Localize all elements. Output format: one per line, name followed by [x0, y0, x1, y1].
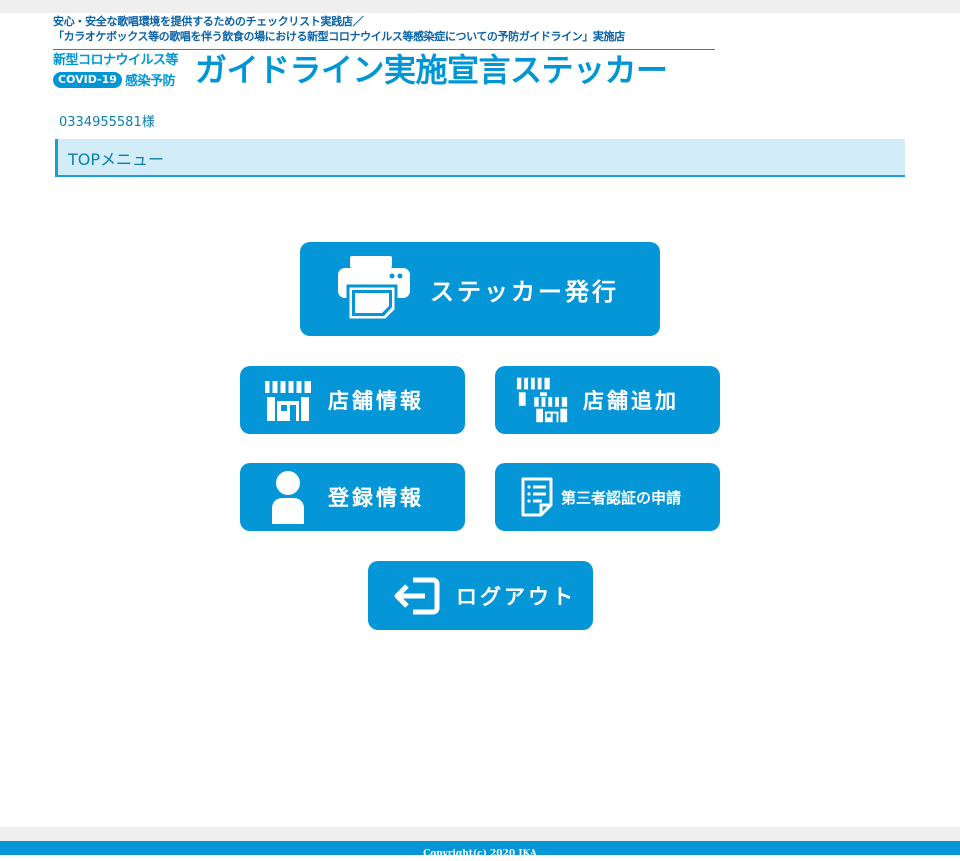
- copyright-text: Copyright(c) 2020 JKA: [423, 849, 537, 859]
- third-party-certification-button[interactable]: 第三者認証の申請: [495, 463, 720, 531]
- store-icon: [260, 374, 316, 426]
- logout-button[interactable]: ログアウト: [368, 561, 593, 630]
- store-info-label: 店舗情報: [328, 389, 424, 413]
- store-add-icon: [515, 374, 571, 426]
- user-name: 0334955581様: [59, 115, 155, 130]
- footer-spacer: [0, 827, 960, 841]
- page-title-bar: TOPメニュー: [55, 139, 905, 177]
- header-tagline: 安心・安全な歌唱環境を提供するためのチェックリスト実践店／: [53, 15, 364, 28]
- covid-badge: COVID-19: [53, 71, 122, 88]
- site-header: 安心・安全な歌唱環境を提供するためのチェックリスト実践店／ 「カラオケボックス等…: [53, 15, 715, 89]
- site-footer: Copyright(c) 2020 JKA: [0, 841, 960, 859]
- person-icon: [260, 471, 316, 524]
- site-logo[interactable]: 新型コロナウイルス等 COVID-19 感染予防 ガイドライン実施宣言ステッカー: [53, 51, 715, 89]
- store-info-button[interactable]: 店舗情報: [240, 366, 465, 434]
- sticker-issue-label: ステッカー発行: [430, 277, 619, 306]
- logout-label: ログアウト: [456, 584, 576, 609]
- third-party-certification-label: 第三者認証の申請: [561, 488, 682, 507]
- logo-title: ガイドライン実施宣言ステッカー: [195, 51, 668, 89]
- store-add-label: 店舗追加: [583, 389, 679, 413]
- logo-subtitle-2: 感染予防: [124, 74, 176, 89]
- document-icon: [517, 471, 557, 523]
- logo-subtitle: 新型コロナウイルス等: [53, 53, 179, 68]
- header-guideline-text: 「カラオケボックス等の歌唱を伴う飲食の場における新型コロナウイルス等感染症につい…: [53, 30, 625, 43]
- printer-icon: [334, 254, 414, 324]
- page-title: TOPメニュー: [68, 150, 165, 169]
- header-divider: [53, 49, 715, 50]
- logout-icon: [388, 570, 444, 622]
- registration-info-button[interactable]: 登録情報: [240, 463, 465, 531]
- store-add-button[interactable]: 店舗追加: [495, 366, 720, 434]
- registration-info-label: 登録情報: [328, 486, 424, 510]
- sticker-issue-button[interactable]: ステッカー発行: [300, 242, 660, 336]
- top-bar: [0, 0, 960, 13]
